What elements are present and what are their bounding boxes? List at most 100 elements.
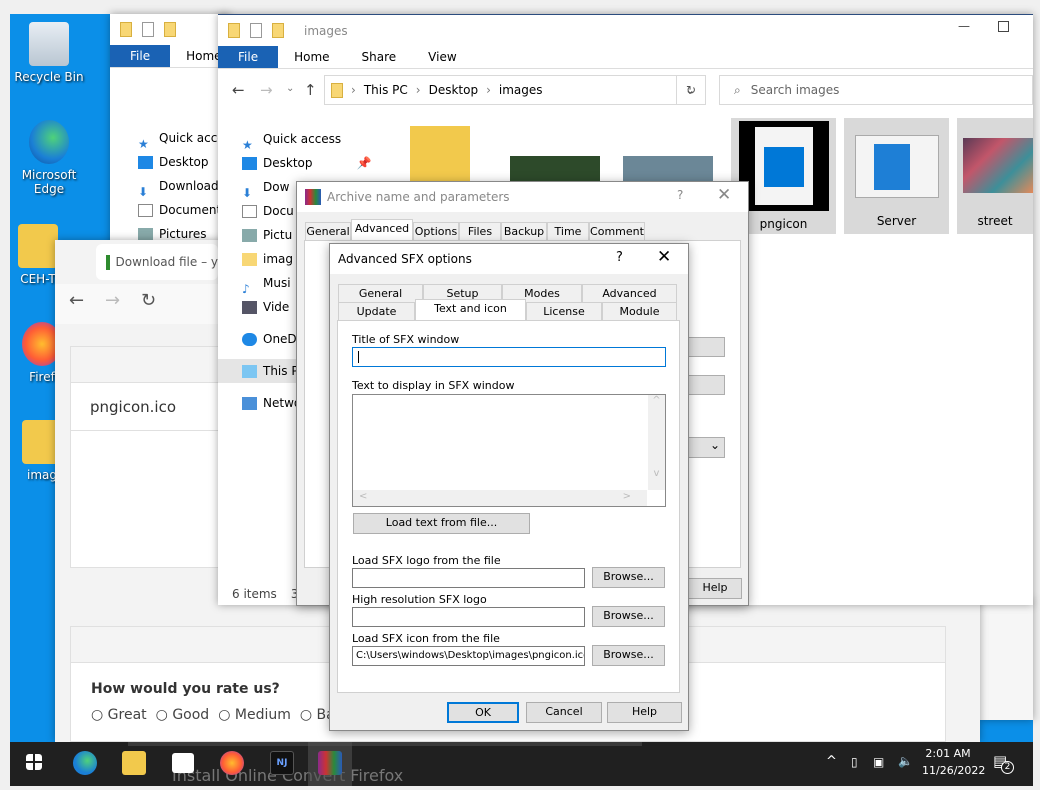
ok-button[interactable]: OK (447, 702, 519, 723)
rating-medium[interactable]: ○ Medium (218, 707, 291, 723)
archive-help-button[interactable]: Help (688, 578, 742, 599)
help-icon[interactable]: ? (677, 188, 683, 202)
close-icon[interactable]: ✕ (717, 185, 731, 205)
browse-hires-logo-button[interactable]: Browse... (592, 606, 665, 627)
breadcrumb-this-pc[interactable]: This PC (364, 83, 408, 97)
pin-icon[interactable]: 📌 (357, 151, 372, 175)
mail-icon[interactable] (172, 753, 194, 773)
label: Firef (29, 370, 55, 384)
recent-locations-icon[interactable]: ⌄ (286, 83, 294, 94)
tab-general[interactable]: General (338, 284, 423, 302)
tab-advanced[interactable]: Advanced (582, 284, 677, 302)
address-bar[interactable]: › This PC › Desktop › images ⌄ (324, 75, 706, 105)
sfx-hires-logo-input[interactable] (352, 607, 585, 627)
close-icon[interactable]: ✕ (657, 247, 671, 267)
edge-icon[interactable] (73, 751, 97, 775)
tab-comment[interactable]: Comment (589, 222, 645, 240)
nav-documents[interactable]: Document (138, 198, 231, 222)
nav-quick-access[interactable]: ★ Quick acces (138, 126, 231, 151)
file-item-server[interactable]: Server (844, 118, 949, 234)
help-icon[interactable]: ? (616, 250, 623, 265)
window-title: images (304, 23, 348, 38)
nav-desktop[interactable]: Desktop 📌 (218, 151, 376, 175)
sfx-icon-input[interactable]: C:\Users\windows\Desktop\images\pngicon.… (352, 646, 585, 666)
forward-icon[interactable]: → (260, 81, 273, 99)
vertical-scrollbar[interactable]: ^ v (648, 395, 665, 490)
background-window (980, 600, 1033, 720)
computer-icon (242, 364, 257, 378)
chevron-down-icon[interactable]: ⌄ (685, 437, 725, 458)
tab-text-and-icon[interactable]: Text and icon (415, 299, 526, 320)
tab-general[interactable]: General (305, 222, 351, 240)
sfx-title-input[interactable] (352, 347, 666, 367)
rating-good[interactable]: ○ Good (156, 707, 210, 723)
cancel-button[interactable]: Cancel (526, 702, 602, 723)
desktop-icon-edge[interactable]: Microsoft Edge (9, 120, 89, 196)
video-icon (242, 300, 257, 314)
refresh-button[interactable]: ↻ (676, 75, 706, 105)
breadcrumb-desktop[interactable]: Desktop (429, 83, 479, 97)
back-icon[interactable]: ← (69, 290, 84, 311)
meet-now-icon[interactable]: ▯ (851, 755, 858, 769)
horizontal-scrollbar[interactable]: < > (353, 490, 647, 506)
properties-icon (142, 22, 154, 37)
nav-quick-access[interactable]: ★ Quick access (218, 127, 376, 152)
tab-file[interactable]: File (110, 45, 171, 67)
explorer-window-back[interactable]: File Home ★ Quick acces Desktop ⬇ Download … (110, 14, 231, 254)
nav-downloads[interactable]: ⬇ Download (138, 174, 231, 199)
network-icon[interactable]: ▣ (873, 755, 884, 769)
search-input[interactable]: ⌕ Search images (719, 75, 1033, 105)
tab-view[interactable]: View (412, 46, 472, 68)
file-item[interactable] (410, 126, 470, 186)
firefox-icon[interactable] (220, 751, 244, 775)
tab-license[interactable]: License (526, 302, 602, 320)
nav-desktop[interactable]: Desktop (138, 150, 231, 174)
tab-file[interactable]: File (218, 46, 279, 68)
notifications-icon[interactable]: ▤ 2 (993, 752, 1014, 774)
tab-share[interactable]: Share (346, 46, 413, 68)
minimize-button[interactable]: — (958, 19, 970, 33)
chevron-up-icon[interactable]: ^ (826, 754, 837, 769)
label: street (977, 214, 1013, 228)
label: Microsoft Edge (21, 168, 77, 196)
back-icon[interactable]: ← (232, 81, 245, 99)
file-explorer-icon[interactable] (122, 751, 146, 775)
sfx-options-dialog[interactable]: Advanced SFX options ? ✕ General Setup M… (329, 243, 689, 731)
volume-icon[interactable]: 🔈 (898, 754, 913, 768)
browse-icon-button[interactable]: Browse... (592, 645, 665, 666)
help-button[interactable]: Help (607, 702, 682, 723)
forward-icon[interactable]: → (105, 290, 120, 311)
winrar-icon[interactable] (318, 751, 342, 775)
load-text-button[interactable]: Load text from file... (353, 513, 530, 534)
clock[interactable]: 2:01 AM 11/26/2022 (922, 745, 985, 779)
browser-tab[interactable]: Download file – y (96, 244, 218, 280)
image-thumbnail (854, 135, 939, 198)
label: Good (172, 707, 210, 723)
file-item-street[interactable]: street (957, 118, 1033, 234)
breadcrumb-images[interactable]: images (499, 83, 543, 97)
download-icon: ⬇ (242, 185, 253, 200)
desktop-icon-recycle-bin[interactable]: Recycle Bin (9, 22, 89, 84)
tab-update[interactable]: Update (338, 302, 415, 320)
tab-backup[interactable]: Backup (501, 222, 547, 240)
tab-home[interactable]: Home (278, 46, 345, 68)
winrar-icon (305, 189, 321, 205)
maximize-button[interactable] (998, 21, 1009, 32)
tab-advanced[interactable]: Advanced (351, 219, 413, 240)
tab-time[interactable]: Time (547, 222, 589, 240)
rating-great[interactable]: ○ Great (91, 707, 147, 723)
tab-files[interactable]: Files (459, 222, 501, 240)
search-icon: ⌕ (734, 82, 741, 97)
document-icon (242, 204, 257, 218)
browser-content-edge (128, 742, 642, 746)
start-icon[interactable] (26, 754, 42, 770)
nj-icon[interactable]: NJ (270, 751, 294, 775)
tab-options[interactable]: Options (413, 222, 459, 240)
browse-logo-button[interactable]: Browse... (592, 567, 665, 588)
label: Download (159, 179, 219, 193)
tab-module[interactable]: Module (602, 302, 677, 320)
up-icon[interactable]: ↑ (304, 81, 317, 99)
label: Musi (263, 276, 291, 290)
reload-icon[interactable]: ↻ (141, 290, 156, 311)
sfx-logo-input[interactable] (352, 568, 585, 588)
